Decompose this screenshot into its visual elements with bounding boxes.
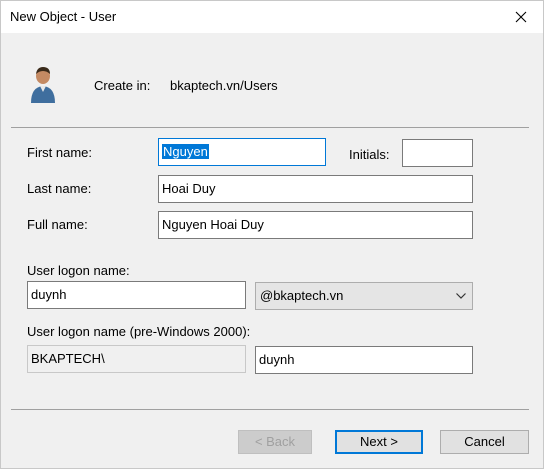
initials-label: Initials: [349, 147, 390, 162]
cancel-button[interactable]: Cancel [440, 430, 529, 454]
title-bar: New Object - User [1, 1, 543, 33]
first-name-field[interactable]: Nguyen [158, 138, 326, 166]
last-name-field[interactable]: Hoai Duy [158, 175, 473, 203]
domain-suffix-value: @bkaptech.vn [260, 288, 344, 303]
create-in-label: Create in: [94, 78, 151, 93]
last-name-label: Last name: [27, 181, 92, 196]
separator-bottom [11, 409, 529, 410]
chevron-down-icon [456, 283, 466, 309]
pre2000-domain-field: BKAPTECH\ [27, 345, 246, 373]
window-title: New Object - User [10, 9, 117, 24]
close-button[interactable] [498, 1, 543, 33]
pre2000-logon-field[interactable]: duynh [255, 346, 473, 374]
back-button[interactable]: < Back [238, 430, 312, 454]
logon-name-label: User logon name: [27, 263, 130, 278]
close-icon [515, 11, 526, 23]
separator-top [11, 127, 529, 128]
logon-name-field[interactable]: duynh [27, 281, 246, 309]
pre2000-label: User logon name (pre-Windows 2000): [27, 324, 251, 339]
first-name-label: First name: [27, 145, 93, 160]
domain-suffix-select[interactable]: @bkaptech.vn [255, 282, 473, 310]
full-name-field[interactable]: Nguyen Hoai Duy [158, 211, 473, 239]
initials-field[interactable] [402, 139, 473, 167]
full-name-label: Full name: [27, 217, 88, 232]
create-in-path: bkaptech.vn/Users [170, 78, 278, 93]
new-object-user-dialog: New Object - User Create in: bkaptech.vn… [0, 0, 544, 469]
user-icon [28, 65, 60, 105]
next-button[interactable]: Next > [335, 430, 423, 454]
